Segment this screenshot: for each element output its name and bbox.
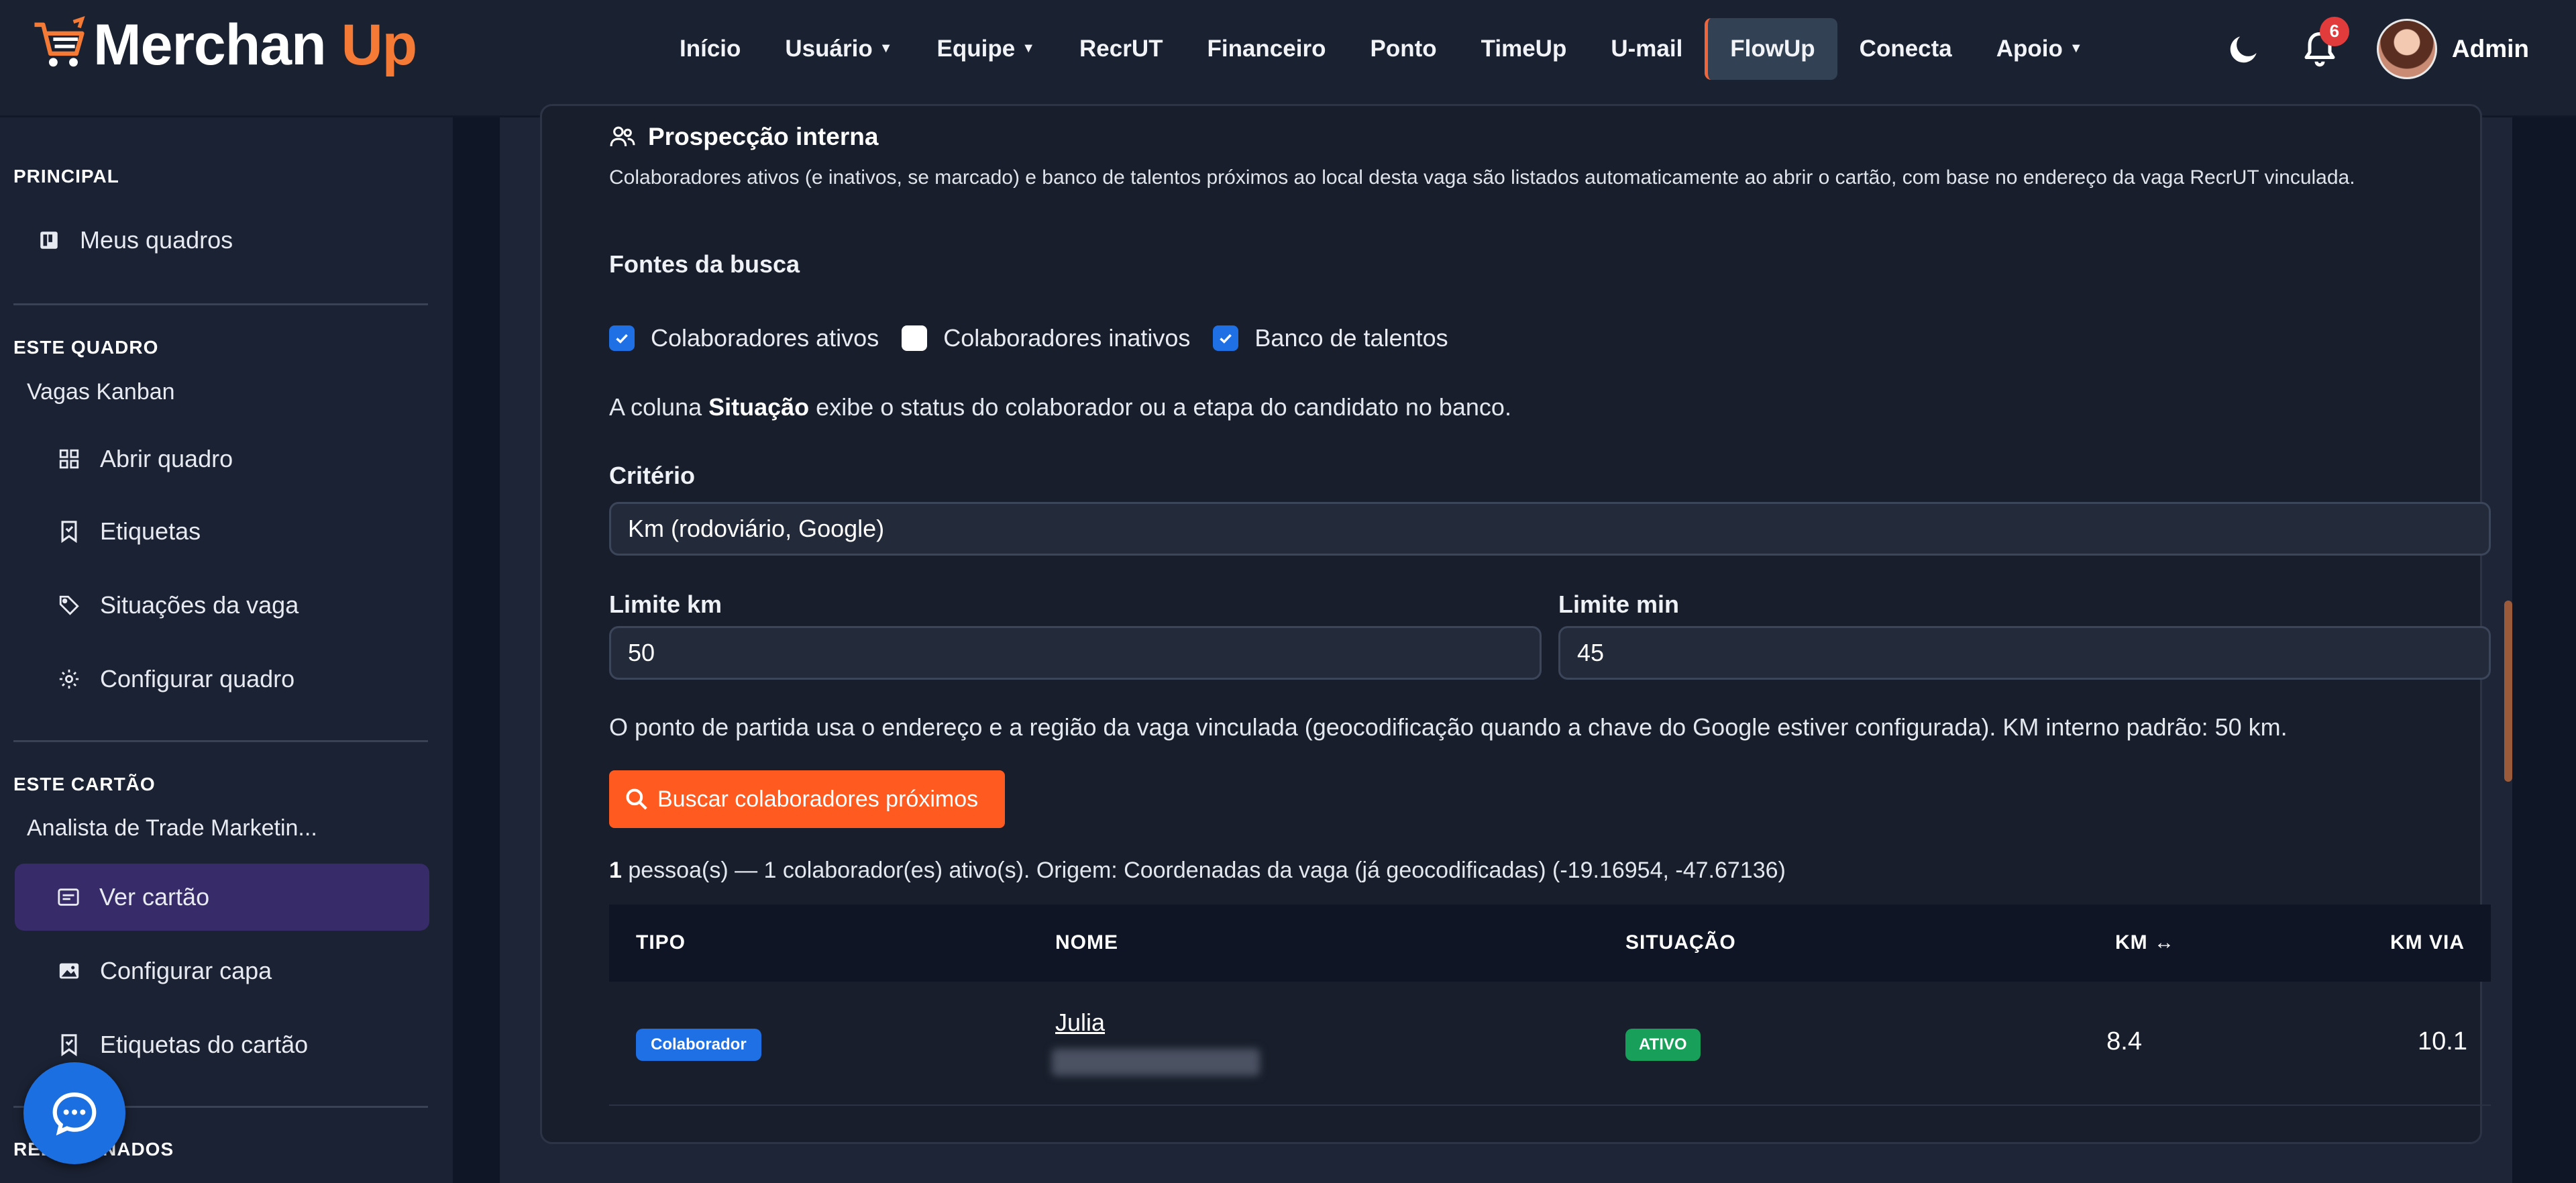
nav-conecta[interactable]: Conecta	[1837, 18, 1974, 80]
card-name: Analista de Trade Marketin...	[27, 815, 317, 841]
divider	[13, 303, 428, 305]
table-header: TIPO NOME SITUAÇÃO KM ↔ KM VIA	[609, 905, 2491, 982]
col-situacao[interactable]: SITUAÇÃO	[1625, 931, 1736, 954]
redacted-detail	[1052, 1049, 1260, 1076]
checkbox-checked-icon[interactable]	[1213, 325, 1239, 351]
moon-icon[interactable]	[2225, 30, 2263, 68]
col-km-via[interactable]: KM VIA	[2390, 931, 2465, 954]
search-colaboradores-button[interactable]: Buscar colaboradores próximos	[609, 770, 1005, 828]
section-este-cartao: ESTE CARTÃO	[13, 774, 156, 794]
app-logo[interactable]: Merchan Up	[30, 8, 417, 82]
caret-down-icon: ▼	[1022, 41, 1035, 56]
users-icon	[610, 126, 635, 146]
checkbox-banco-talentos[interactable]: Banco de talentos	[1213, 324, 1448, 352]
nav-usuario[interactable]: Usuário ▼	[763, 18, 914, 80]
col-tipo[interactable]: TIPO	[636, 931, 686, 954]
sidebar-item-abrir-quadro[interactable]: Abrir quadro	[57, 425, 233, 493]
situacao-note: A coluna Situação exibe o status do cola…	[609, 393, 1511, 421]
chat-button[interactable]	[23, 1062, 125, 1164]
prospeccao-card: Prospecção interna Colaboradores ativos …	[540, 104, 2491, 1144]
logo-text: Merchan Up	[93, 12, 417, 77]
sidebar-item-meus-quadros[interactable]: Meus quadros	[37, 207, 233, 274]
caret-down-icon: ▼	[2069, 41, 2083, 56]
col-nome[interactable]: NOME	[1055, 931, 1118, 954]
bookmark-icon	[57, 519, 81, 544]
limite-km-label: Limite km	[609, 590, 722, 618]
criterio-label: Critério	[609, 462, 696, 489]
scrollbar[interactable]	[2504, 601, 2512, 782]
tipo-badge: Colaborador	[636, 1029, 761, 1061]
nav-ponto[interactable]: Ponto	[1348, 18, 1458, 80]
nav-inicio[interactable]: Início	[657, 18, 763, 80]
nav-equipe[interactable]: Equipe ▼	[915, 18, 1057, 80]
sidebar-item-ver-cartao[interactable]: Ver cartão	[15, 864, 429, 931]
grid-icon	[57, 447, 81, 471]
checkbox-colaboradores-ativos[interactable]: Colaboradores ativos	[609, 324, 879, 352]
sidebar: PRINCIPAL Meus quadros ESTE QUADRO Vagas…	[0, 117, 453, 1183]
fontes-label: Fontes da busca	[609, 250, 800, 278]
checkbox-colaboradores-inativos[interactable]: Colaboradores inativos	[902, 324, 1190, 352]
user-name[interactable]: Admin	[2452, 35, 2529, 63]
sidebar-item-etiquetas[interactable]: Etiquetas	[57, 498, 201, 565]
board-icon	[37, 228, 61, 252]
nav-timeup[interactable]: TimeUp	[1459, 18, 1589, 80]
limite-min-label: Limite min	[1558, 590, 1680, 618]
ponto-partida-note: O ponto de partida usa o endereço e a re…	[609, 713, 2288, 741]
search-icon	[626, 788, 647, 810]
caret-down-icon: ▼	[879, 41, 893, 56]
table-row[interactable]: Colaborador Julia ATIVO 8.4 10.1	[609, 982, 2491, 1106]
main-nav: Início Usuário ▼ Equipe ▼ RecrUT Financeir…	[657, 17, 2105, 81]
results-summary: 1 pessoa(s) — 1 colaborador(es) ativo(s)…	[609, 858, 1786, 883]
tag-icon	[57, 593, 81, 617]
gear-icon	[57, 667, 81, 691]
main-content: Prospecção interna Colaboradores ativos …	[500, 104, 2512, 1183]
checkbox-unchecked-icon[interactable]	[902, 325, 928, 351]
top-navbar: Merchan Up Início Usuário ▼ Equipe ▼ RecrU…	[0, 0, 2576, 117]
checkbox-checked-icon[interactable]	[609, 325, 635, 351]
notifications-button[interactable]: 6	[2300, 16, 2349, 69]
sidebar-item-configurar-quadro[interactable]: Configurar quadro	[57, 646, 294, 713]
limite-min-input[interactable]: 45	[1558, 626, 2491, 680]
km-via-value: 10.1	[2418, 1027, 2467, 1056]
results-table: TIPO NOME SITUAÇÃO KM ↔ KM VIA Colaborad…	[609, 905, 2491, 1109]
notification-count-badge: 6	[2319, 16, 2349, 46]
source-checkboxes: Colaboradores ativos Colaboradores inati…	[609, 324, 1471, 352]
chat-icon	[52, 1092, 97, 1136]
card-icon	[56, 885, 80, 909]
image-icon	[57, 959, 81, 983]
board-name: Vagas Kanban	[27, 379, 175, 405]
limite-km-input[interactable]: 50	[609, 626, 1542, 680]
cart-logo-icon	[34, 16, 85, 67]
criterio-select[interactable]: Km (rodoviário, Google)	[609, 502, 2491, 556]
section-description: Colaboradores ativos (e inativos, se mar…	[609, 166, 2355, 189]
sidebar-item-situacoes[interactable]: Situações da vaga	[57, 572, 299, 639]
person-name-link[interactable]: Julia	[1055, 1009, 1105, 1037]
nav-financeiro[interactable]: Financeiro	[1185, 18, 1348, 80]
nav-umail[interactable]: U-mail	[1589, 18, 1705, 80]
nav-apoio[interactable]: Apoio ▼	[1974, 18, 2105, 80]
bookmark-icon	[57, 1033, 81, 1057]
status-badge: ATIVO	[1625, 1029, 1701, 1061]
km-value: 8.4	[2106, 1027, 2142, 1056]
avatar[interactable]	[2376, 18, 2437, 79]
top-right-controls: 6 Admin	[2225, 16, 2529, 81]
divider	[13, 740, 428, 742]
col-km[interactable]: KM ↔	[2115, 931, 2175, 954]
section-principal: PRINCIPAL	[13, 166, 119, 187]
nav-flowup[interactable]: FlowUp	[1705, 17, 1837, 80]
section-este-quadro: ESTE QUADRO	[13, 337, 159, 358]
nav-recrut[interactable]: RecrUT	[1057, 18, 1185, 80]
sidebar-item-configurar-capa[interactable]: Configurar capa	[57, 937, 272, 1005]
section-title: Prospecção interna	[609, 123, 878, 151]
